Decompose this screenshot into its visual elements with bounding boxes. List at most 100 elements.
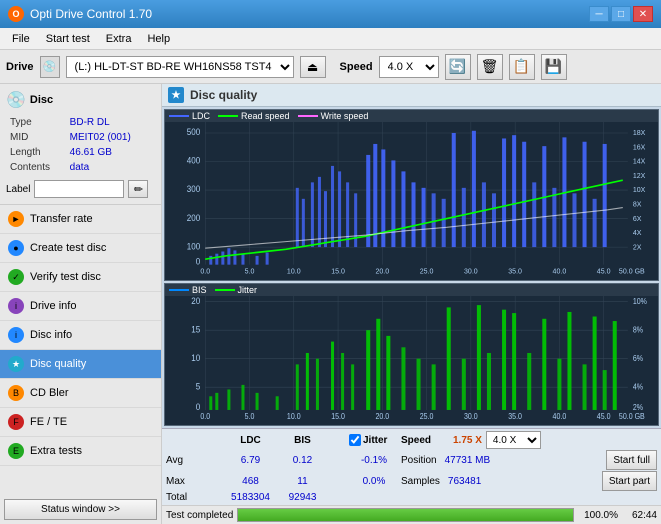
svg-text:45.0: 45.0: [597, 411, 611, 421]
nav-disc-quality-label: Disc quality: [30, 358, 86, 370]
ldc-color: [169, 115, 189, 117]
speed-current-value: 1.75 X: [453, 435, 482, 446]
max-label: Max: [166, 476, 221, 487]
nav-transfer-rate-label: Transfer rate: [30, 213, 93, 225]
top-chart: LDC Read speed Write speed: [164, 109, 659, 281]
drive-info-icon: i: [8, 298, 24, 314]
copy-button[interactable]: 📋: [509, 54, 535, 80]
write-speed-color: [298, 115, 318, 117]
bottom-chart: BIS Jitter: [164, 283, 659, 426]
jitter-header-wrap: Jitter: [349, 434, 399, 446]
menu-help[interactable]: Help: [139, 31, 178, 47]
svg-text:30.0: 30.0: [464, 411, 478, 421]
svg-text:40.0: 40.0: [553, 266, 567, 275]
maximize-button[interactable]: □: [611, 6, 631, 22]
position-value: 47731 MB: [445, 455, 491, 466]
disc-label-edit-button[interactable]: ✏: [128, 180, 148, 198]
disc-mid-row: MID MEIT02 (001): [8, 131, 153, 144]
nav-fe-te[interactable]: F FE / TE: [0, 408, 161, 437]
legend-jitter: Jitter: [215, 285, 258, 295]
nav-cd-bler[interactable]: B CD Bler: [0, 379, 161, 408]
disc-length-row: Length 46.61 GB: [8, 146, 153, 159]
nav-disc-info[interactable]: i Disc info: [0, 321, 161, 350]
eject-button[interactable]: ⏏: [300, 56, 326, 78]
nav-verify-test-disc[interactable]: ✓ Verify test disc: [0, 263, 161, 292]
speed-select-stats[interactable]: 4.0 X: [486, 431, 541, 449]
speed-select[interactable]: 4.0 X: [379, 56, 439, 78]
samples-label: Samples: [401, 476, 440, 487]
jitter-checkbox[interactable]: [349, 434, 361, 446]
svg-text:10.0: 10.0: [287, 411, 301, 421]
content-area: ★ Disc quality LDC Read speed: [162, 84, 661, 524]
total-label: Total: [166, 492, 221, 503]
nav-extra-tests[interactable]: E Extra tests: [0, 437, 161, 466]
svg-text:16X: 16X: [633, 142, 646, 151]
status-text: Test completed: [166, 510, 233, 521]
menu-file[interactable]: File: [4, 31, 38, 47]
svg-text:10X: 10X: [633, 185, 646, 194]
nav-create-test-disc[interactable]: ● Create test disc: [0, 234, 161, 263]
read-speed-label: Read speed: [241, 111, 290, 121]
nav-verify-test-label: Verify test disc: [30, 271, 101, 283]
nav-cd-bler-label: CD Bler: [30, 387, 69, 399]
minimize-button[interactable]: ─: [589, 6, 609, 22]
disc-contents-value: data: [68, 161, 153, 174]
refresh-button[interactable]: 🔄: [445, 54, 471, 80]
disc-label-input[interactable]: [34, 180, 124, 198]
legend-ldc: LDC: [169, 111, 210, 121]
svg-text:35.0: 35.0: [508, 266, 522, 275]
app-icon: O: [8, 6, 24, 22]
menu-extra[interactable]: Extra: [98, 31, 140, 47]
disc-type-label: Type: [8, 116, 66, 129]
svg-text:5.0: 5.0: [245, 266, 255, 275]
title-bar: O Opti Drive Control 1.70 ─ □ ✕: [0, 0, 661, 28]
svg-text:10%: 10%: [633, 296, 647, 306]
svg-text:6X: 6X: [633, 213, 642, 222]
nav-disc-info-label: Disc info: [30, 329, 72, 341]
progress-bar-background: [237, 508, 574, 522]
svg-text:35.0: 35.0: [508, 411, 522, 421]
svg-text:6%: 6%: [633, 353, 643, 363]
total-bis: 92943: [280, 492, 325, 503]
svg-text:4X: 4X: [633, 228, 642, 237]
start-full-button[interactable]: Start full: [606, 450, 657, 470]
avg-label: Avg: [166, 455, 221, 466]
nav-disc-quality[interactable]: ★ Disc quality: [0, 350, 161, 379]
stats-header-row: LDC BIS Jitter Speed 1.75 X 4.0 X: [166, 431, 657, 449]
svg-text:8%: 8%: [633, 325, 643, 335]
nav-drive-info[interactable]: i Drive info: [0, 292, 161, 321]
svg-text:30.0: 30.0: [464, 266, 478, 275]
status-window-button[interactable]: Status window >>: [4, 499, 157, 520]
charts-area: LDC Read speed Write speed: [162, 107, 661, 428]
disc-mid-value: MEIT02 (001): [68, 131, 153, 144]
position-label: Position: [401, 455, 437, 466]
svg-text:15: 15: [191, 324, 200, 335]
drive-icon: 💿: [40, 56, 60, 78]
nav-drive-info-label: Drive info: [30, 300, 76, 312]
max-ldc: 468: [223, 476, 278, 487]
disc-contents-row: Contents data: [8, 161, 153, 174]
bottom-chart-legend: BIS Jitter: [165, 284, 658, 296]
nav-transfer-rate[interactable]: ► Transfer rate: [0, 205, 161, 234]
legend-read-speed: Read speed: [218, 111, 290, 121]
jitter-header: Jitter: [363, 435, 387, 446]
svg-text:50.0 GB: 50.0 GB: [619, 266, 645, 275]
svg-text:45.0: 45.0: [597, 266, 611, 275]
extra-tests-icon: E: [8, 443, 24, 459]
svg-text:50.0 GB: 50.0 GB: [619, 411, 645, 421]
close-button[interactable]: ✕: [633, 6, 653, 22]
erase-button[interactable]: 🗑: [477, 54, 503, 80]
speed-label: Speed: [340, 61, 373, 73]
disc-contents-label: Contents: [8, 161, 66, 174]
drive-select[interactable]: (L:) HL-DT-ST BD-RE WH16NS58 TST4: [66, 56, 294, 78]
svg-text:18X: 18X: [633, 128, 646, 137]
save-button[interactable]: 💾: [541, 54, 567, 80]
menu-start-test[interactable]: Start test: [38, 31, 98, 47]
speed-val-wrap: 1.75 X 4.0 X: [453, 431, 657, 449]
svg-text:0.0: 0.0: [200, 266, 210, 275]
stats-area: LDC BIS Jitter Speed 1.75 X 4.0 X Avg: [162, 428, 661, 505]
avg-bis: 0.12: [280, 455, 325, 466]
start-part-button[interactable]: Start part: [602, 471, 657, 491]
total-ldc: 5183304: [223, 492, 278, 503]
disc-label-text: Label: [6, 184, 30, 195]
